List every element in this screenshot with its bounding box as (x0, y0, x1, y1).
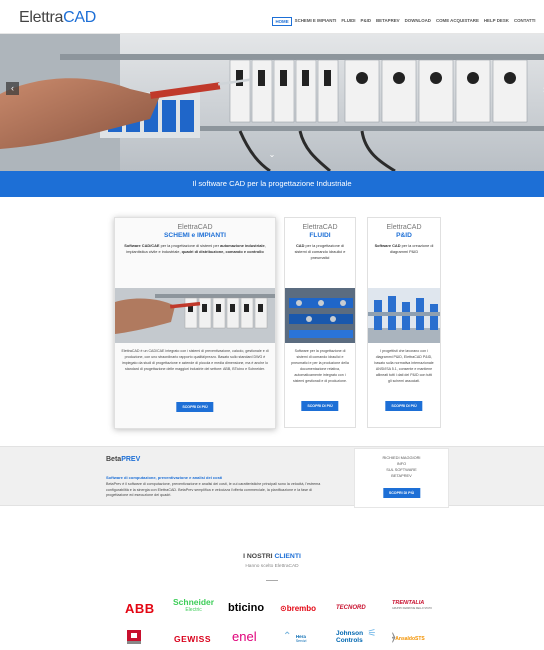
nav-home[interactable]: Home (271, 17, 293, 26)
nav-download[interactable]: Download (402, 17, 433, 26)
card-brand: ElettraCAD (177, 224, 213, 231)
chevron-left-icon: ‹ (11, 83, 14, 93)
client-logo-brembo: ⊙brembo (280, 604, 316, 613)
card-body-text: ElettraCAD è un CAD/CAE integrato con i … (121, 349, 269, 371)
nav-fluidi[interactable]: Fluidi (339, 17, 358, 26)
client-logo-trenitalia: TRENITALIA GRUPPO FERROVIE DELLO STATO (392, 600, 432, 611)
nav-come-acquistare[interactable]: Come acquistare (433, 17, 481, 26)
logo-text: GRUPPO FERROVIE DELLO STATO (392, 607, 432, 610)
card-title: FLUIDI (309, 232, 331, 239)
logo-text: Johnson (336, 630, 364, 637)
desc-bold: automazione industriale (220, 243, 265, 248)
betaprev-info-box: RICHIEDI MAGGIORI INFO SUL SOFTWARE BETA… (354, 448, 449, 508)
crest-icon (127, 630, 141, 644)
logo-text: bticino (228, 602, 265, 614)
scopri-button-fluidi[interactable]: SCOPRI DI PIÙ (301, 401, 339, 411)
logo-text: AnsaldoSTS (395, 636, 425, 642)
betaprev-title: BetaPREV (106, 456, 140, 463)
hero-prev-button[interactable]: ‹ (6, 82, 19, 95)
logo-text: Schneider (173, 597, 215, 607)
card-image-hydraulics (285, 288, 355, 343)
nav-betaprev[interactable]: BetaPrev (374, 17, 403, 26)
logo-text: Servizi (295, 639, 307, 643)
logo-text: enel (232, 629, 257, 644)
site-logo[interactable]: ElettraCAD (19, 9, 96, 27)
hera-icon: ⌃ (283, 631, 292, 642)
betaprev-section: BetaPREV Software di computazione, preve… (0, 446, 544, 506)
desc-bold: Software CAD (374, 243, 401, 248)
logo-text: ABB (125, 601, 155, 616)
logo-text: TECNORD (336, 605, 366, 611)
desc-text: per la progettazione di sistemi per (159, 243, 221, 248)
client-logo-schneider: Schneider Electric (173, 598, 214, 614)
product-card-fluidi: ElettraCAD FLUIDI CAD per la progettazio… (284, 217, 356, 428)
betaprev-subtitle: Software di computazione, preventivazion… (106, 475, 223, 480)
logo-text-cad: CAD (63, 9, 97, 26)
scopri-button-betaprev[interactable]: SCOPRI DI PIÙ (382, 488, 421, 498)
card-image-panel (115, 288, 275, 343)
product-card-schemi-impianti: ElettraCAD SCHEMI e IMPIANTI Software CA… (114, 217, 276, 429)
info-line: BETAPREV (391, 473, 412, 478)
title-part-blue: CLIENTI (274, 553, 301, 560)
scroll-down-button[interactable]: ⌄ (269, 150, 276, 159)
card-image-pipes (368, 288, 440, 343)
info-box-text: RICHIEDI MAGGIORI INFO SUL SOFTWARE BETA… (355, 449, 448, 479)
client-logo-pesaro (125, 630, 143, 649)
product-card-pid: ElettraCAD P&ID Software CAD per la crea… (367, 217, 441, 428)
logo-text: brembo (286, 604, 317, 613)
client-logo-hera: ⌃ Hera Servizi (283, 632, 306, 644)
client-logo-johnson-controls: Johnson Controls ⚟ (336, 628, 377, 645)
title-prev: PREV (121, 456, 141, 463)
card-description: CAD per la progettazione di sistemi di c… (285, 239, 355, 262)
scopri-button-schemi[interactable]: SCOPRI DI PIÙ (176, 402, 214, 412)
chevron-down-icon: ⌄ (268, 150, 276, 159)
logo-text: Controls (336, 637, 363, 644)
card-description: Software CAD/CAE per la progettazione di… (115, 239, 275, 255)
clients-subtitle: Hanno scelto ElettraCAD (245, 564, 299, 569)
client-logo-abb: ABB (125, 601, 155, 616)
betaprev-text: BetaPrev è il software di computazione, … (106, 482, 321, 498)
brembo-icon: ⊙ (280, 604, 287, 613)
nav-contatti[interactable]: Contatti (511, 17, 538, 26)
client-logo-enel: enel (232, 629, 257, 644)
card-body-text: I progettisti che lavorano con i diagram… (374, 349, 434, 383)
card-brand: ElettraCAD (386, 224, 422, 231)
client-logo-ansaldo: ⦒AnsaldoSTS (392, 632, 425, 643)
card-title: SCHEMI e IMPIANTI (164, 232, 226, 239)
client-logo-tecnord: TECNORD (336, 605, 366, 611)
desc-bold: quadri di distribuzione, comando e contr… (181, 249, 264, 255)
logo-text: Electric (185, 607, 202, 613)
logo-text: GEWISS (174, 634, 212, 644)
johnson-icon: ⚟ (367, 628, 377, 639)
title-beta: Beta (106, 456, 122, 463)
client-logo-bticino: bticino (228, 602, 264, 614)
clients-divider (266, 580, 278, 581)
nav-help-desk[interactable]: Help Desk (481, 17, 511, 26)
card-title: P&ID (396, 232, 412, 239)
scopri-button-pid[interactable]: SCOPRI DI PIÙ (385, 401, 423, 411)
desc-bold: Software CAD/CAE (124, 243, 160, 248)
site-header: ElettraCAD Home Schemi e Impianti Fluidi… (0, 0, 544, 34)
nav-schemi-impianti[interactable]: Schemi e Impianti (292, 17, 339, 26)
main-nav: Home Schemi e Impianti Fluidi P&ID BetaP… (271, 17, 538, 26)
client-logo-gewiss: GEWISS (174, 634, 211, 644)
tagline-banner: Il software CAD per la progettazione Ind… (0, 171, 544, 197)
hero-slider: ‹ › ⌄ (0, 34, 544, 171)
title-part: I NOSTRI (243, 553, 275, 560)
clients-title: I NOSTRI CLIENTI (0, 553, 544, 560)
nav-pid[interactable]: P&ID (358, 17, 374, 26)
card-brand: ElettraCAD (302, 224, 338, 231)
card-description: Software CAD per la creazione di diagram… (368, 239, 440, 255)
logo-text-elettra: Elettra (19, 9, 64, 26)
card-body-text: Software per la progettazione di sistemi… (291, 349, 349, 383)
tagline-text: Il software CAD per la progettazione Ind… (192, 179, 352, 188)
